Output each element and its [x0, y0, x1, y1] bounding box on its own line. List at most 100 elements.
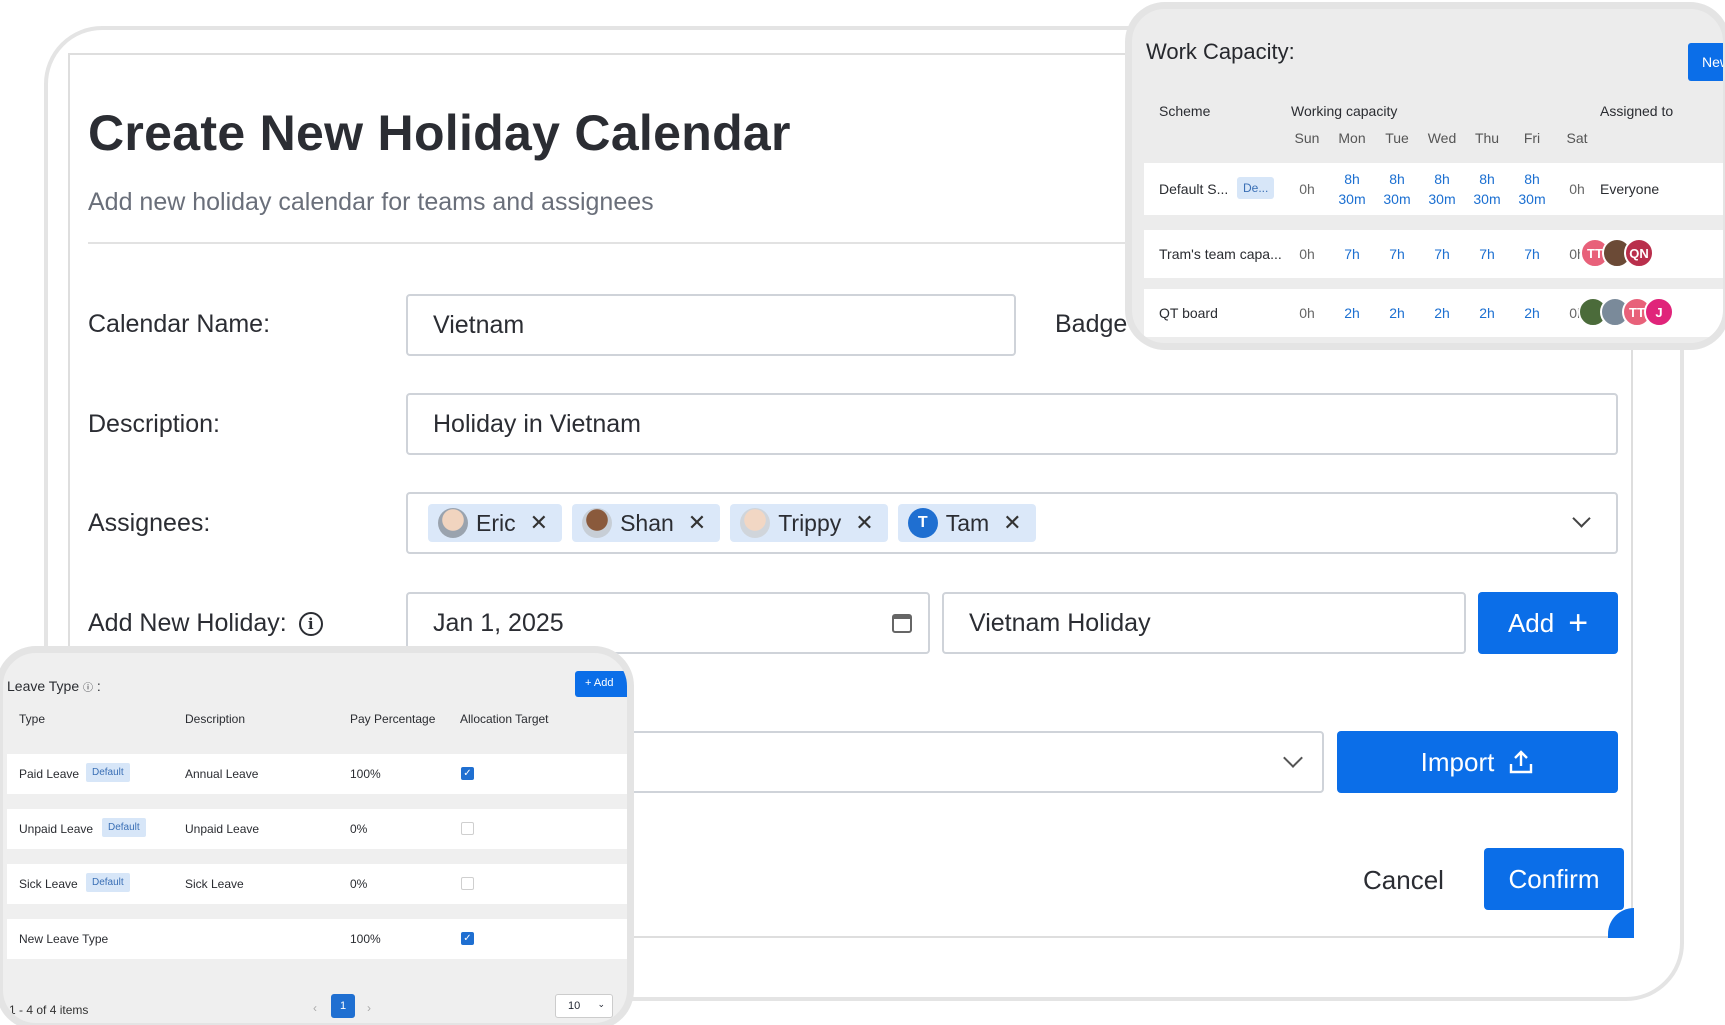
- leave-type-name: Sick Leave: [19, 877, 78, 891]
- calendar-name-value: Vietnam: [433, 310, 525, 339]
- scheme-name: Tram's team capa...: [1159, 246, 1282, 262]
- default-badge: Default: [86, 873, 130, 892]
- calendar-name-input[interactable]: Vietnam: [406, 294, 1016, 356]
- leave-type-name: New Leave Type: [19, 932, 109, 946]
- capacity-value: 8h 30m: [1338, 171, 1366, 207]
- divider: [88, 242, 1128, 244]
- add-label: Add: [593, 677, 614, 689]
- table-row[interactable]: Paid Leave Default Annual Leave 100% ✓: [7, 754, 627, 794]
- assignee-chip-shan[interactable]: Shan ✕: [572, 504, 721, 542]
- capacity-value: 2h: [1344, 305, 1360, 321]
- page-size-select[interactable]: 10 ⌄: [555, 994, 613, 1018]
- page-button-1[interactable]: 1: [331, 994, 355, 1018]
- new-scheme-button[interactable]: New: [1688, 43, 1723, 81]
- pay-percentage: 0%: [350, 877, 368, 891]
- import-button[interactable]: Import: [1337, 731, 1618, 793]
- table-row[interactable]: New Leave Type 100% ✓: [7, 919, 627, 959]
- assignee-chip-eric[interactable]: Eric ✕: [428, 504, 563, 542]
- capacity-value: 2h: [1524, 305, 1540, 321]
- assignee-name: Eric: [476, 509, 516, 536]
- allocation-checkbox[interactable]: ✓: [461, 767, 474, 780]
- table-row[interactable]: Sick Leave Default Sick Leave 0%: [7, 864, 627, 904]
- confirm-button[interactable]: Confirm: [1484, 848, 1624, 910]
- allocation-checkbox[interactable]: [461, 822, 474, 835]
- add-leave-type-button[interactable]: + Add: [575, 671, 627, 697]
- capacity-value: 2h: [1389, 305, 1405, 321]
- capacity-value: 0h: [1569, 181, 1585, 197]
- table-row[interactable]: Unpaid Leave Default Unpaid Leave 0%: [7, 809, 627, 849]
- day-header: Fri: [1523, 130, 1541, 146]
- holiday-date-input[interactable]: Jan 1, 2025: [406, 592, 930, 654]
- default-badge: Default: [102, 818, 146, 837]
- chevron-down-icon: [1283, 748, 1303, 768]
- pagination-count: 1 - 4 of 4 items: [9, 1003, 89, 1017]
- allocation-checkbox[interactable]: ✓: [461, 932, 474, 945]
- leave-type-title: Leave Type ⓘ :: [7, 678, 101, 694]
- add-holiday-label: Add New Holiday: i: [88, 609, 323, 638]
- default-badge: Default: [86, 763, 130, 782]
- capacity-value: 8h 30m: [1518, 171, 1546, 207]
- leave-type-name: Paid Leave: [19, 767, 80, 781]
- capacity-value: 2h: [1479, 305, 1495, 321]
- capacity-value: 7h: [1479, 246, 1495, 262]
- remove-icon[interactable]: ✕: [855, 510, 873, 536]
- day-header: Wed: [1427, 130, 1457, 146]
- remove-icon[interactable]: ✕: [688, 510, 706, 536]
- day-header: Thu: [1474, 130, 1500, 146]
- capacity-value: 7h: [1389, 246, 1405, 262]
- page-title: Create New Holiday Calendar: [88, 105, 791, 161]
- holiday-date-value: Jan 1, 2025: [433, 608, 564, 637]
- upload-icon: [1510, 750, 1533, 774]
- leave-description: Unpaid Leave: [185, 822, 260, 836]
- calendar-icon[interactable]: [892, 614, 912, 633]
- remove-icon[interactable]: ✕: [1003, 510, 1021, 536]
- capacity-value: 2h: [1434, 305, 1450, 321]
- assignee-chip-tam[interactable]: T Tam ✕: [897, 504, 1036, 542]
- capacity-value: 7h: [1524, 246, 1540, 262]
- avatar: T: [907, 508, 938, 538]
- chevron-down-icon: ⌄: [597, 999, 605, 1009]
- capacity-value: 7h: [1434, 246, 1450, 262]
- pay-percentage: 100%: [350, 767, 381, 781]
- capacity-value: 0h: [1299, 246, 1315, 262]
- info-icon[interactable]: ⓘ: [83, 683, 93, 694]
- capacity-value: 8h 30m: [1383, 171, 1411, 207]
- avatar: [740, 508, 771, 538]
- holiday-name-input[interactable]: Vietnam Holiday: [942, 592, 1466, 654]
- work-capacity-panel: Work Capacity: New Scheme Working capaci…: [1125, 2, 1725, 350]
- page-subtitle: Add new holiday calendar for teams and a…: [88, 188, 654, 216]
- leave-description: Annual Leave: [185, 767, 259, 781]
- avatar: [438, 508, 468, 538]
- leave-type-panel: Leave Type ⓘ : + Add Type Description Pa…: [0, 646, 634, 1025]
- prev-page-icon[interactable]: ‹: [313, 1001, 317, 1015]
- allocation-checkbox[interactable]: [461, 877, 474, 890]
- assignees-select[interactable]: Eric ✕ Shan ✕ Trippy ✕ T Tam ✕: [406, 492, 1618, 554]
- remove-icon[interactable]: ✕: [530, 510, 548, 536]
- column-header: Allocation Target: [460, 712, 549, 726]
- scheme-header: Scheme: [1159, 103, 1211, 119]
- next-page-icon[interactable]: ›: [367, 1001, 371, 1015]
- chevron-down-icon[interactable]: [1572, 509, 1591, 528]
- table-row[interactable]: Tram's team capa... 0h 7h 7h 7h 7h 7h 0h…: [1144, 230, 1723, 278]
- add-button-label: Add: [1507, 607, 1555, 638]
- day-header: Sun: [1294, 130, 1320, 146]
- assignees-label: Assignees:: [88, 509, 211, 537]
- column-header: Pay Percentage: [350, 712, 436, 726]
- info-icon[interactable]: i: [298, 612, 323, 637]
- day-header: Mon: [1338, 130, 1366, 146]
- assigned-to-header: Assigned to: [1600, 103, 1674, 119]
- assignee-chip-trippy[interactable]: Trippy ✕: [730, 504, 888, 542]
- assignee-name: Trippy: [778, 509, 842, 536]
- default-badge: De...: [1237, 177, 1275, 199]
- description-input[interactable]: Holiday in Vietnam: [406, 393, 1618, 455]
- table-row[interactable]: QT board 0h 2h 2h 2h 2h 2h 0h TT J: [1144, 289, 1723, 337]
- cancel-button[interactable]: Cancel: [1363, 865, 1444, 896]
- leave-description: Sick Leave: [185, 877, 244, 891]
- add-holiday-button[interactable]: Add +: [1478, 592, 1618, 654]
- capacity-value: 8h 30m: [1473, 171, 1501, 207]
- table-row[interactable]: Default S... De... 0h 8h 30m 8h 30m 8h 30m …: [1144, 163, 1723, 215]
- assigned-to-value: Everyone: [1600, 181, 1660, 197]
- column-header: Description: [185, 712, 246, 726]
- capacity-value: 7h: [1344, 246, 1360, 262]
- import-select[interactable]: [600, 731, 1324, 793]
